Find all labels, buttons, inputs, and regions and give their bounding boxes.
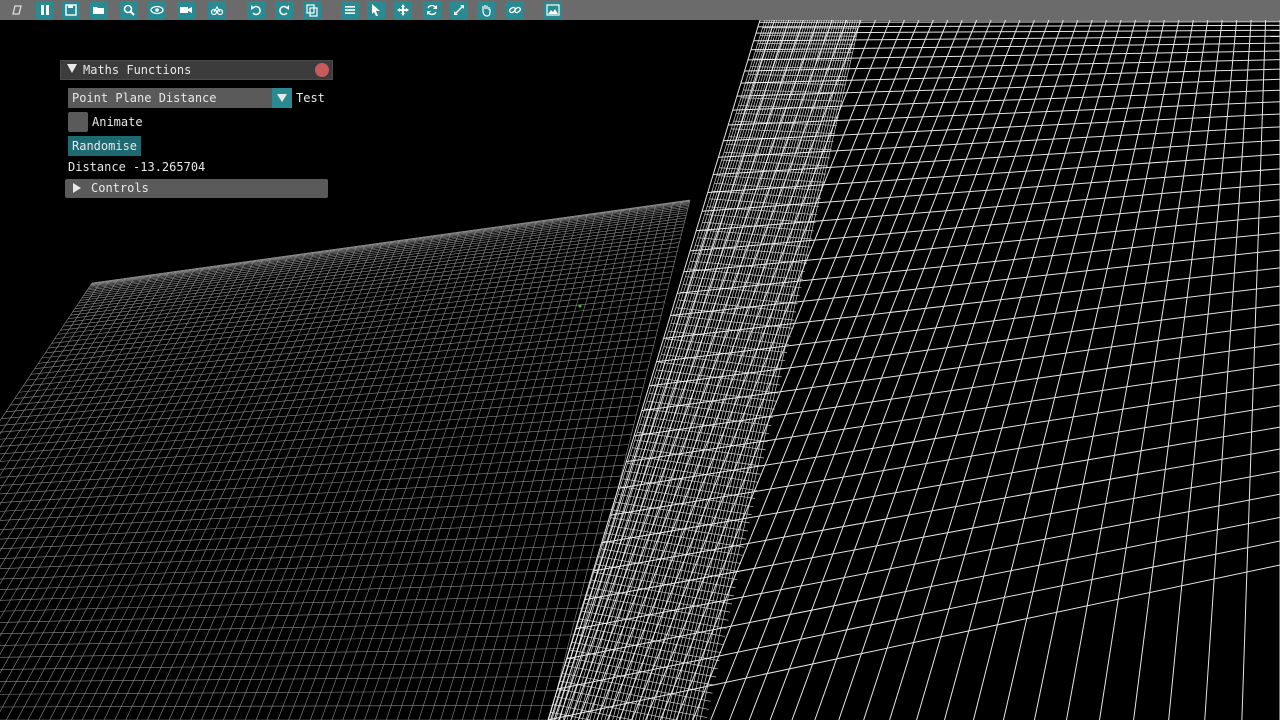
close-icon[interactable] [315, 63, 329, 77]
bicycle-icon[interactable] [208, 1, 226, 19]
maths-functions-window-title[interactable]: Maths Functions [60, 60, 333, 80]
scene-marker [578, 304, 582, 308]
function-combo[interactable]: Point Plane Distance [68, 88, 292, 108]
wall-grid [547, 19, 861, 720]
select-pointer-icon[interactable] [367, 1, 385, 19]
3d-viewport[interactable] [0, 0, 1280, 720]
randomise-button[interactable]: Randomise [68, 136, 142, 156]
copy-icon[interactable] [303, 1, 321, 19]
new-shape-icon[interactable] [8, 1, 26, 19]
window-title: Maths Functions [83, 63, 192, 77]
top-toolbar [0, 0, 1280, 20]
animate-label: Animate [92, 115, 143, 129]
image-icon[interactable] [544, 1, 562, 19]
list-icon[interactable] [341, 1, 359, 19]
move-icon[interactable] [394, 1, 412, 19]
combo-value: Point Plane Distance [72, 91, 217, 105]
expand-icon[interactable] [450, 1, 468, 19]
expand-triangle-icon [73, 183, 81, 193]
eye-icon[interactable] [148, 1, 166, 19]
video-camera-icon[interactable] [177, 1, 195, 19]
open-folder-icon[interactable] [90, 1, 108, 19]
animate-checkbox[interactable] [68, 112, 88, 132]
controls-label: Controls [91, 181, 149, 195]
hand-icon[interactable] [477, 1, 495, 19]
distance-readout: Distance -13.265704 [68, 160, 206, 174]
save-icon[interactable] [62, 1, 80, 19]
pause-icon[interactable] [36, 1, 54, 19]
refresh-icon[interactable] [423, 1, 441, 19]
undo-icon[interactable] [247, 1, 265, 19]
search-icon[interactable] [120, 1, 138, 19]
controls-header[interactable]: Controls [65, 179, 328, 198]
combo-side-label: Test [296, 91, 325, 105]
collapse-triangle-icon[interactable] [67, 64, 77, 73]
redo-icon[interactable] [275, 1, 293, 19]
chevron-down-icon[interactable] [272, 88, 292, 108]
link-icon[interactable] [506, 1, 524, 19]
